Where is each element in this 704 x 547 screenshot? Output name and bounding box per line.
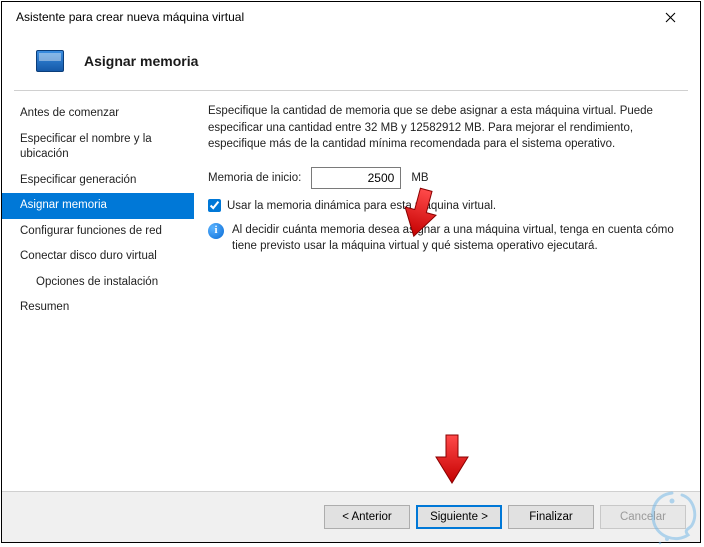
sidebar-item-assign-memory[interactable]: Asignar memoria <box>2 193 194 219</box>
wizard-header: Asignar memoria <box>2 32 700 90</box>
close-button[interactable] <box>650 3 690 31</box>
memory-input[interactable] <box>311 167 401 189</box>
info-row: i Al decidir cuánta memoria desea asigna… <box>208 222 682 254</box>
wizard-body: Antes de comenzar Especificar el nombre … <box>2 91 700 491</box>
sidebar-item-label: Especificar el nombre y la ubicación <box>20 133 152 161</box>
sidebar-item-virtual-disk[interactable]: Conectar disco duro virtual <box>2 244 194 270</box>
close-icon <box>665 12 676 23</box>
sidebar-item-label: Opciones de instalación <box>36 276 158 288</box>
memory-unit: MB <box>411 172 428 184</box>
memory-field-row: Memoria de inicio: MB <box>208 167 682 189</box>
content-pane: Especifique la cantidad de memoria que s… <box>194 91 700 491</box>
info-icon: i <box>208 223 224 239</box>
back-button[interactable]: < Anterior <box>324 505 410 529</box>
monitor-icon <box>36 50 64 72</box>
page-title: Asignar memoria <box>84 53 198 69</box>
sidebar-item-label: Resumen <box>20 301 69 313</box>
memory-label: Memoria de inicio: <box>208 172 301 184</box>
dynamic-memory-checkbox[interactable] <box>208 199 221 212</box>
description-text: Especifique la cantidad de memoria que s… <box>208 103 682 153</box>
sidebar-item-summary[interactable]: Resumen <box>2 295 194 321</box>
step-sidebar: Antes de comenzar Especificar el nombre … <box>2 91 194 491</box>
dynamic-memory-label: Usar la memoria dinámica para esta máqui… <box>227 200 496 212</box>
sidebar-item-label: Conectar disco duro virtual <box>20 250 157 262</box>
sidebar-item-generation[interactable]: Especificar generación <box>2 168 194 194</box>
wizard-footer: < Anterior Siguiente > Finalizar Cancela… <box>2 492 700 542</box>
sidebar-item-label: Configurar funciones de red <box>20 225 162 237</box>
info-text: Al decidir cuánta memoria desea asignar … <box>232 222 682 254</box>
window-title: Asistente para crear nueva máquina virtu… <box>12 10 244 24</box>
sidebar-item-before-start[interactable]: Antes de comenzar <box>2 101 194 127</box>
sidebar-item-name-location[interactable]: Especificar el nombre y la ubicación <box>2 127 194 168</box>
dynamic-memory-row[interactable]: Usar la memoria dinámica para esta máqui… <box>208 199 682 212</box>
wizard-window: Asistente para crear nueva máquina virtu… <box>1 1 701 543</box>
finish-button[interactable]: Finalizar <box>508 505 594 529</box>
sidebar-item-label: Antes de comenzar <box>20 107 119 119</box>
next-button[interactable]: Siguiente > <box>416 505 502 529</box>
sidebar-item-network[interactable]: Configurar funciones de red <box>2 219 194 245</box>
sidebar-item-label: Asignar memoria <box>20 199 107 211</box>
sidebar-item-install-options[interactable]: Opciones de instalación <box>2 270 194 296</box>
titlebar: Asistente para crear nueva máquina virtu… <box>2 2 700 32</box>
watermark-icon <box>642 485 702 545</box>
sidebar-item-label: Especificar generación <box>20 174 136 186</box>
